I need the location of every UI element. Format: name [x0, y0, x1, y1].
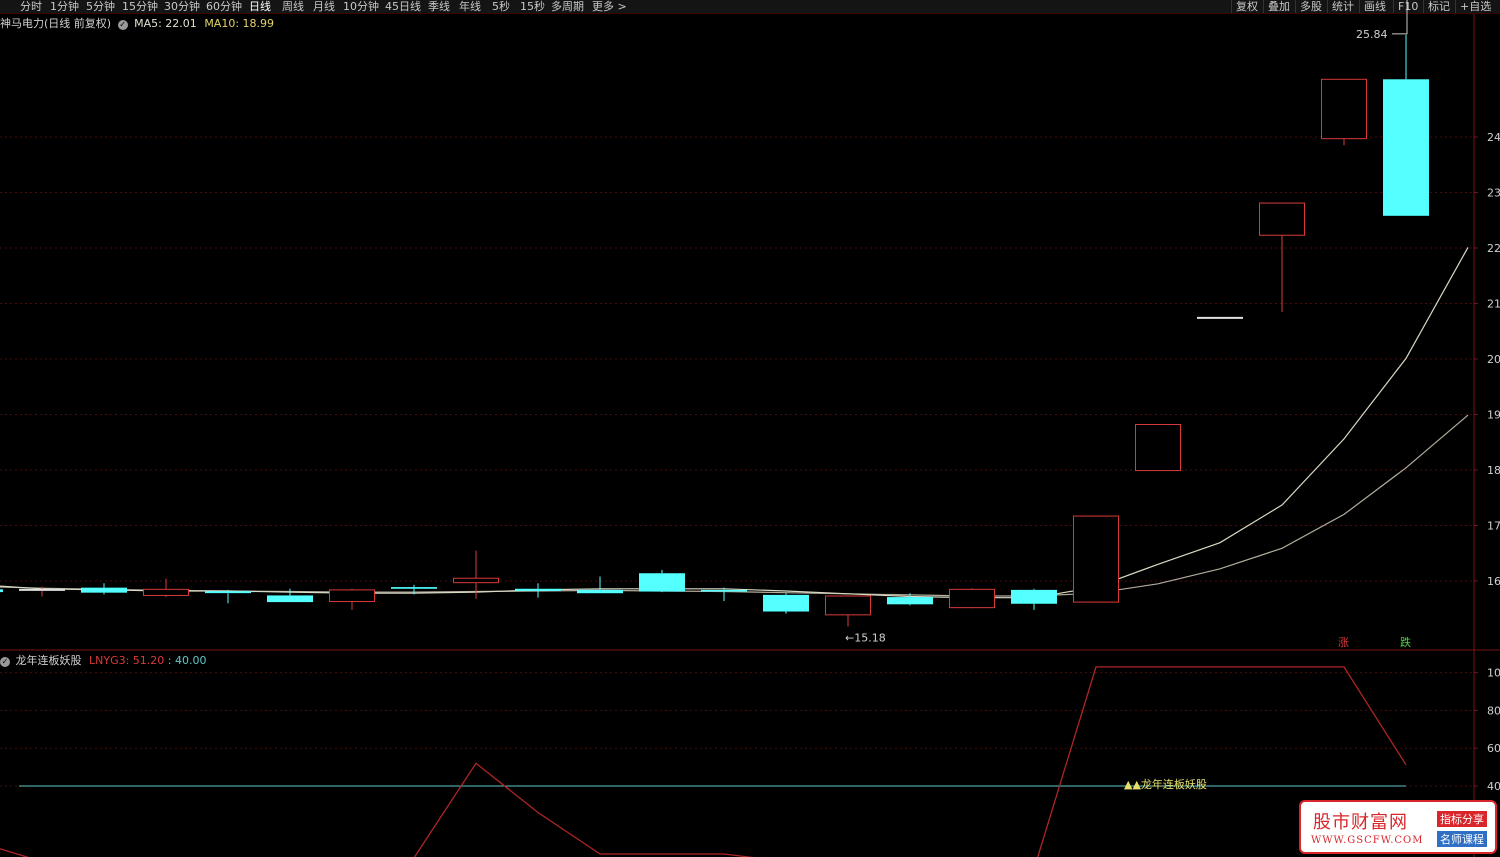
- watermark-url: WWW.GSCFW.COM: [1311, 835, 1424, 846]
- candle-body-14: [825, 595, 871, 616]
- indicator-tick-label-0: 40: [1487, 780, 1500, 793]
- signal-label: ▲▲龙年连板妖股: [1124, 777, 1207, 791]
- price-tick-label-4: 20: [1487, 353, 1500, 366]
- watermark-tag-course: 名师课程: [1437, 831, 1487, 847]
- candle-body-7: [391, 587, 437, 589]
- candle-body-15: [887, 597, 933, 605]
- candle-body-11: [639, 573, 685, 592]
- watermark-tag-share: 指标分享: [1437, 811, 1487, 827]
- price-tick-label-2: 18: [1487, 464, 1500, 477]
- price-tick-label-8: 24: [1487, 131, 1500, 144]
- min-price-label: ←15.18: [845, 632, 886, 645]
- marker-label-1: 跌: [1400, 635, 1411, 649]
- candle-body-2: [81, 587, 127, 593]
- candle-body-8: [453, 577, 499, 584]
- candle-body-23: [1383, 79, 1429, 216]
- main-legend: 神马电力(日线 前复权) ✓ MA5: 22.01 MA10: 18.99: [0, 15, 274, 31]
- indicator-name: 龙年连板妖股: [15, 654, 82, 667]
- site-watermark: 股市财富网 WWW.GSCFW.COM 指标分享 名师课程: [1299, 800, 1497, 854]
- ma10-label: MA10: 18.99: [204, 17, 275, 30]
- candle-body-16: [949, 588, 995, 609]
- candle-body-0: [0, 589, 3, 593]
- price-tick-label-6: 22: [1487, 242, 1500, 255]
- indicator-legend: ✓ 龙年连板妖股 LNYG3: 51.20 : 40.00: [0, 652, 207, 668]
- indicator-value: LNYG3: 51.20: [89, 654, 165, 667]
- price-tick-label-3: 19: [1487, 409, 1500, 422]
- candle-body-10: [577, 589, 623, 594]
- candle-body-9: [515, 588, 561, 591]
- marker-label-0: 涨: [1338, 636, 1349, 649]
- candle-body-21: [1259, 202, 1305, 236]
- candle-body-5: [267, 595, 313, 603]
- ma5-line: [0, 247, 1469, 599]
- indicator-threshold: : 40.00: [167, 654, 207, 667]
- price-tick-label-5: 21: [1487, 298, 1500, 311]
- candle-body-22: [1321, 78, 1367, 140]
- price-tick-label-1: 17: [1487, 520, 1500, 533]
- candle-body-19: [1135, 423, 1181, 472]
- indicator-tick-label-3: 100: [1487, 667, 1500, 680]
- price-tick-label-0: 16: [1487, 575, 1500, 588]
- max-price-label: 25.84: [1356, 28, 1388, 41]
- indicator-tick-label-1: 60: [1487, 742, 1500, 755]
- ma5-label: MA5: 22.01: [134, 17, 197, 30]
- watermark-title: 股市财富网: [1313, 812, 1408, 833]
- ma10-line: [0, 414, 1469, 597]
- settings-icon[interactable]: ✓: [117, 20, 128, 30]
- candle-body-6: [329, 589, 375, 603]
- indicator-line: [0, 666, 1407, 857]
- max-annotation-arrow: [1392, 0, 1408, 35]
- indicator-tick-label-2: 80: [1487, 704, 1500, 717]
- stock-title: 神马电力(日线 前复权): [0, 17, 112, 30]
- candle-body-12: [701, 589, 747, 592]
- candle-body-3: [143, 588, 189, 596]
- candle-body-13: [763, 594, 809, 612]
- candle-body-18: [1073, 515, 1119, 603]
- price-tick-label-7: 23: [1487, 187, 1500, 200]
- indicator-settings-icon[interactable]: ✓: [0, 657, 10, 667]
- candle-body-17: [1011, 589, 1057, 604]
- kline-chart: 16 17 18 19 20 21 22 23 24 40 60 80 100 25.84 ←15.18 涨 跌…: [0, 0, 1500, 857]
